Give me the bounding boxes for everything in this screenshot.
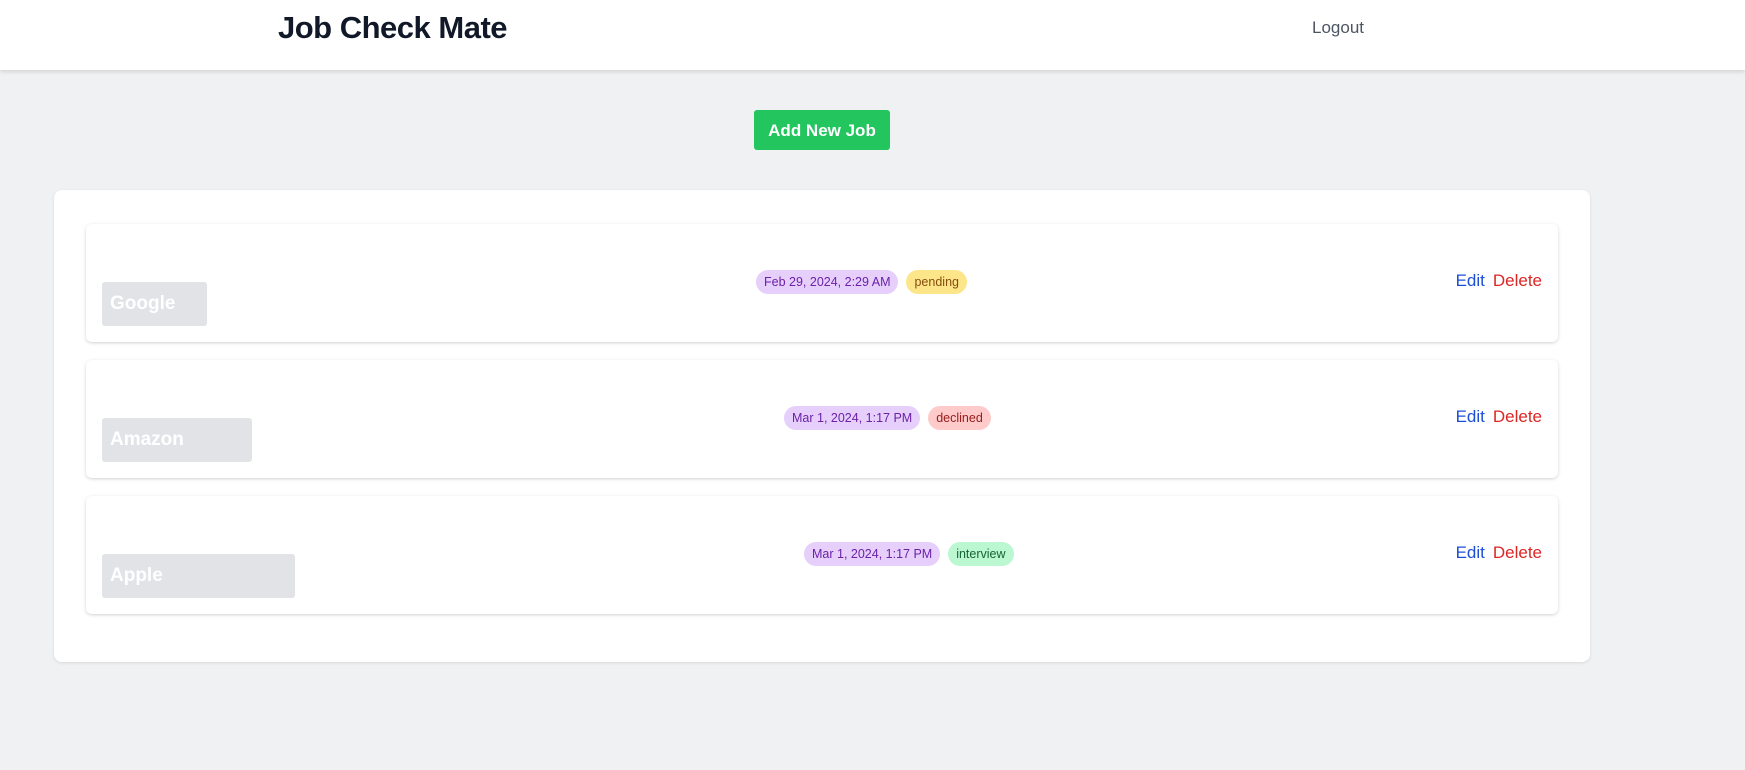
add-new-job-button[interactable]: Add New Job — [754, 110, 890, 150]
job-actions: Edit Delete — [1456, 407, 1542, 427]
date-badge: Mar 1, 2024, 1:17 PM — [804, 542, 941, 566]
company-logo: Amazon — [102, 418, 252, 462]
company-logo: Apple — [102, 554, 295, 598]
job-actions: Edit Delete — [1456, 543, 1542, 563]
logout-link[interactable]: Logout — [1312, 18, 1364, 38]
edit-job-link[interactable]: Edit — [1456, 407, 1485, 427]
status-badge: interview — [948, 542, 1014, 566]
job-badges: Feb 29, 2024, 2:29 AM pending — [756, 270, 967, 294]
company-logo: Google — [102, 282, 207, 326]
edit-job-link[interactable]: Edit — [1456, 543, 1485, 563]
job-badges: Mar 1, 2024, 1:17 PM declined — [784, 406, 991, 430]
job-card: Google Feb 29, 2024, 2:29 AM pending Edi… — [86, 224, 1558, 342]
top-navbar: Job Check Mate Logout — [0, 0, 1745, 70]
app-title: Job Check Mate — [278, 10, 508, 45]
delete-job-link[interactable]: Delete — [1493, 407, 1542, 427]
job-card: Apple Mar 1, 2024, 1:17 PM interview Edi… — [86, 496, 1558, 614]
status-badge: pending — [906, 270, 967, 294]
job-badges: Mar 1, 2024, 1:17 PM interview — [804, 542, 1014, 566]
job-actions: Edit Delete — [1456, 271, 1542, 291]
date-badge: Feb 29, 2024, 2:29 AM — [756, 270, 899, 294]
delete-job-link[interactable]: Delete — [1493, 543, 1542, 563]
job-card: Amazon Mar 1, 2024, 1:17 PM declined Edi… — [86, 360, 1558, 478]
delete-job-link[interactable]: Delete — [1493, 271, 1542, 291]
status-badge: declined — [928, 406, 991, 430]
date-badge: Mar 1, 2024, 1:17 PM — [784, 406, 921, 430]
edit-job-link[interactable]: Edit — [1456, 271, 1485, 291]
job-list-panel: Google Feb 29, 2024, 2:29 AM pending Edi… — [54, 190, 1590, 662]
